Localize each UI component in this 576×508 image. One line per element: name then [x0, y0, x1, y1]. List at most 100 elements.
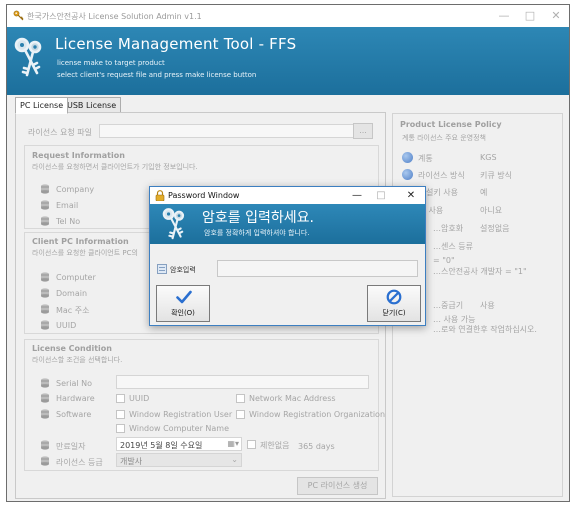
title-bar: 한국가스안전공사 License Solution Admin v1.1 — □…: [7, 5, 569, 27]
policy-item-label: …센스 등류: [433, 242, 473, 251]
request-file-field[interactable]: [99, 124, 354, 138]
app-key-icon: [13, 10, 24, 23]
lock-icon: [155, 190, 165, 203]
database-icon: [41, 272, 49, 282]
software-label: Software: [56, 410, 92, 419]
chevron-down-icon: ⌄: [231, 455, 238, 464]
win-reg-org-checkbox[interactable]: [236, 410, 245, 419]
policy-item-value: 예: [480, 188, 488, 197]
policy-item-value: 사용: [480, 301, 495, 310]
banner-subtitle-2: select client's request file and press m…: [57, 71, 257, 79]
tab-pc-license[interactable]: PC License: [15, 97, 69, 114]
dialog-close-button[interactable]: ✕: [402, 188, 420, 203]
policy-item-value: KGS: [480, 153, 497, 162]
password-label: 암호입력: [170, 266, 196, 274]
domain-label: Domain: [56, 289, 88, 298]
policy-item-value: 아니요: [480, 206, 503, 215]
win-reg-user-checkbox[interactable]: [116, 410, 125, 419]
unlimited-label: 제한없음: [260, 441, 290, 450]
close-dialog-button[interactable]: 닫기(C): [367, 285, 421, 322]
client-pc-title: Client PC Information: [32, 237, 129, 246]
header-banner: License Management Tool - FFS license ma…: [7, 27, 569, 95]
close-dialog-label: 닫기(C): [382, 309, 406, 317]
keys-logo-icon: [13, 35, 47, 83]
license-condition-title: License Condition: [32, 344, 112, 353]
dialog-minimize-button[interactable]: —: [348, 188, 366, 203]
database-icon: [41, 304, 49, 314]
license-condition-desc: 라이선스할 조건을 선택합니다.: [32, 356, 123, 364]
check-icon: [402, 169, 413, 180]
tel-no-label: Tel No: [56, 217, 81, 226]
database-icon: [41, 393, 49, 403]
database-icon: [41, 378, 49, 388]
minimize-button[interactable]: —: [493, 8, 515, 24]
policy-item-value: 키큐 방식: [480, 171, 512, 180]
request-info-title: Request Information: [32, 151, 125, 160]
policy-subtitle: 계통 라이선스 주요 운영정책: [402, 134, 486, 142]
client-pc-desc: 라이선스를 요청한 클라이언트 PC의: [32, 249, 138, 257]
uuid-checkbox-label: UUID: [129, 394, 150, 403]
form-icon: [157, 264, 167, 276]
license-grade-label: 라이선스 등급: [56, 458, 103, 467]
policy-item-label: 계통: [418, 154, 433, 163]
database-icon: [41, 440, 49, 450]
license-grade-value: 개발사: [120, 457, 143, 466]
policy-item-text: = "0": [433, 256, 455, 265]
policy-item-label: 라이선스 방식: [418, 171, 465, 180]
ok-button-label: 확인(O): [171, 309, 195, 317]
dialog-maximize-button[interactable]: □: [372, 188, 390, 203]
network-mac-label: Network Mac Address: [249, 394, 336, 403]
make-pc-license-button[interactable]: PC 라이선스 생성: [297, 477, 378, 495]
dialog-subheading: 암호를 정확하게 입력하셔야 합니다.: [204, 229, 310, 237]
database-icon: [41, 184, 49, 194]
policy-item-text: …스안전공사 개발자 = "1": [433, 267, 527, 276]
policy-item-label: …중급기: [433, 301, 464, 310]
days-remaining: 365 days: [298, 442, 335, 451]
dialog-title-bar: Password Window — □ ✕: [150, 187, 425, 204]
maximize-button[interactable]: □: [519, 8, 541, 24]
dialog-title: Password Window: [168, 191, 240, 200]
expire-date-value: 2019년 5월 8일 수요일: [120, 441, 203, 450]
cancel-icon: [386, 289, 402, 307]
window-title: 한국가스안전공사 License Solution Admin v1.1: [27, 12, 202, 21]
license-grade-select[interactable]: 개발사 ⌄: [116, 453, 242, 467]
uuid-label: UUID: [56, 321, 77, 330]
company-label: Company: [56, 185, 95, 194]
password-input[interactable]: [217, 260, 418, 277]
win-computer-label: Window Computer Name: [129, 424, 229, 433]
unlimited-checkbox[interactable]: [247, 440, 256, 449]
uuid-checkbox[interactable]: [116, 394, 125, 403]
request-file-label: 라이선스 요청 파일: [28, 128, 92, 137]
win-reg-org-label: Window Registration Organization: [249, 410, 386, 419]
policy-item-text: …로와 연결한후 작업하십시오.: [433, 325, 537, 334]
dialog-heading: 암호를 입력하세요.: [202, 210, 314, 226]
network-mac-checkbox[interactable]: [236, 394, 245, 403]
win-computer-checkbox[interactable]: [116, 424, 125, 433]
database-icon: [41, 200, 49, 210]
close-button[interactable]: ✕: [545, 8, 567, 24]
expire-date-label: 만료일자: [56, 442, 86, 451]
email-label: Email: [56, 201, 79, 210]
expire-date-picker[interactable]: 2019년 5월 8일 수요일 ▦▾: [116, 437, 242, 451]
database-icon: [41, 409, 49, 419]
dialog-banner: 암호를 입력하세요. 암호를 정확하게 입력하셔야 합니다.: [150, 204, 425, 244]
serial-no-field[interactable]: [116, 375, 369, 389]
win-reg-user-label: Window Registration User: [129, 410, 233, 419]
calendar-dropdown-icon[interactable]: ▦▾: [227, 439, 239, 448]
database-icon: [41, 288, 49, 298]
browse-file-button[interactable]: ...: [353, 123, 373, 139]
check-icon: [402, 152, 413, 163]
serial-no-label: Serial No: [56, 379, 93, 388]
ok-button[interactable]: 확인(O): [156, 285, 210, 322]
tab-usb-license[interactable]: USB License: [62, 97, 122, 113]
database-icon: [41, 216, 49, 226]
database-icon: [41, 320, 49, 330]
banner-subtitle-1: license make to target product: [57, 59, 165, 67]
policy-item-value: 설정없음: [480, 224, 510, 233]
password-dialog: Password Window — □ ✕ 암호를 입력하세요. 암호를 정확하…: [149, 186, 426, 326]
check-icon: [176, 290, 192, 306]
database-icon: [41, 456, 49, 466]
policy-item-label: …암호화: [433, 224, 464, 233]
computer-label: Computer: [56, 273, 96, 282]
banner-title: License Management Tool - FFS: [55, 35, 297, 53]
